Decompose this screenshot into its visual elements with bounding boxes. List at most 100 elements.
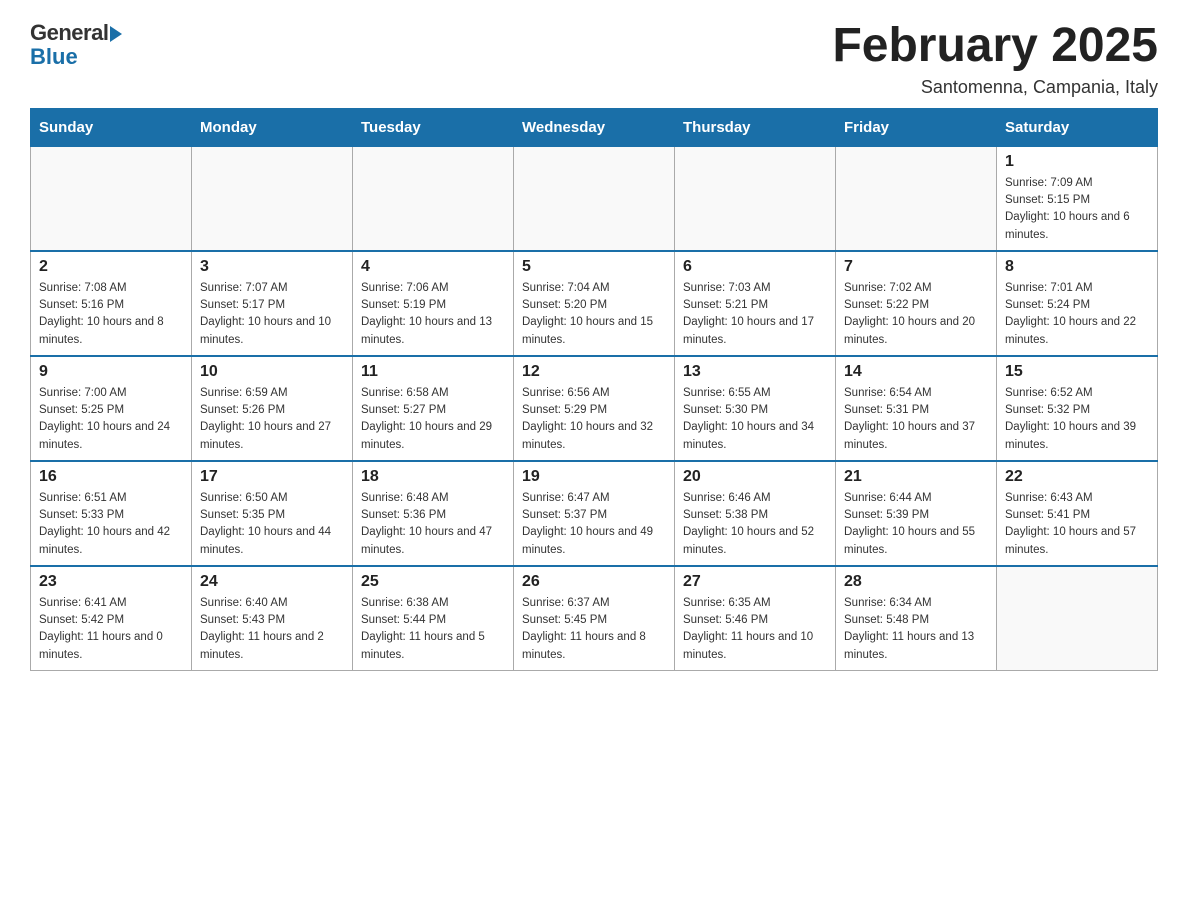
day-info: Sunrise: 6:41 AMSunset: 5:42 PMDaylight:… xyxy=(39,595,183,664)
calendar-cell: 8 Sunrise: 7:01 AMSunset: 5:24 PMDaylight… xyxy=(997,251,1158,356)
calendar-table: SundayMondayTuesdayWednesdayThursdayFrid… xyxy=(30,108,1158,671)
calendar-cell xyxy=(675,146,836,251)
day-info: Sunrise: 7:08 AMSunset: 5:16 PMDaylight:… xyxy=(39,280,183,349)
month-title: February 2025 xyxy=(832,20,1158,73)
calendar-cell xyxy=(997,566,1158,671)
title-area: February 2025 Santomenna, Campania, Ital… xyxy=(832,20,1158,98)
day-number: 17 xyxy=(200,468,344,486)
day-info: Sunrise: 6:56 AMSunset: 5:29 PMDaylight:… xyxy=(522,385,666,454)
week-row-3: 9 Sunrise: 7:00 AMSunset: 5:25 PMDaylight… xyxy=(31,356,1158,461)
weekday-header-sunday: Sunday xyxy=(31,108,192,146)
day-info: Sunrise: 6:54 AMSunset: 5:31 PMDaylight:… xyxy=(844,385,988,454)
day-number: 11 xyxy=(361,363,505,381)
calendar-cell: 23 Sunrise: 6:41 AMSunset: 5:42 PMDayligh… xyxy=(31,566,192,671)
logo: General Blue xyxy=(30,20,122,70)
location: Santomenna, Campania, Italy xyxy=(832,77,1158,98)
day-info: Sunrise: 6:46 AMSunset: 5:38 PMDaylight:… xyxy=(683,490,827,559)
day-number: 8 xyxy=(1005,258,1149,276)
day-info: Sunrise: 6:40 AMSunset: 5:43 PMDaylight:… xyxy=(200,595,344,664)
day-info: Sunrise: 6:34 AMSunset: 5:48 PMDaylight:… xyxy=(844,595,988,664)
day-number: 3 xyxy=(200,258,344,276)
calendar-cell: 5Sunrise: 7:04 AMSunset: 5:20 PMDaylight… xyxy=(514,251,675,356)
calendar-cell: 3 Sunrise: 7:07 AMSunset: 5:17 PMDaylight… xyxy=(192,251,353,356)
calendar-cell: 26 Sunrise: 6:37 AMSunset: 5:45 PMDayligh… xyxy=(514,566,675,671)
day-info: Sunrise: 6:52 AMSunset: 5:32 PMDaylight:… xyxy=(1005,385,1149,454)
day-number: 1 xyxy=(1005,153,1149,171)
day-number: 12 xyxy=(522,363,666,381)
day-number: 23 xyxy=(39,573,183,591)
day-number: 13 xyxy=(683,363,827,381)
calendar-cell: 28 Sunrise: 6:34 AMSunset: 5:48 PMDayligh… xyxy=(836,566,997,671)
day-info: Sunrise: 6:35 AMSunset: 5:46 PMDaylight:… xyxy=(683,595,827,664)
weekday-header-monday: Monday xyxy=(192,108,353,146)
logo-general-text: General xyxy=(30,20,108,46)
calendar-cell: 18 Sunrise: 6:48 AMSunset: 5:36 PMDayligh… xyxy=(353,461,514,566)
calendar-cell: 13Sunrise: 6:55 AMSunset: 5:30 PMDayligh… xyxy=(675,356,836,461)
calendar-cell: 15 Sunrise: 6:52 AMSunset: 5:32 PMDayligh… xyxy=(997,356,1158,461)
day-number: 7 xyxy=(844,258,988,276)
page-header: General Blue February 2025 Santomenna, C… xyxy=(30,20,1158,98)
calendar-cell: 20 Sunrise: 6:46 AMSunset: 5:38 PMDayligh… xyxy=(675,461,836,566)
calendar-cell: 7 Sunrise: 7:02 AMSunset: 5:22 PMDaylight… xyxy=(836,251,997,356)
day-info: Sunrise: 6:43 AMSunset: 5:41 PMDaylight:… xyxy=(1005,490,1149,559)
calendar-cell: 17 Sunrise: 6:50 AMSunset: 5:35 PMDayligh… xyxy=(192,461,353,566)
calendar-cell: 4Sunrise: 7:06 AMSunset: 5:19 PMDaylight… xyxy=(353,251,514,356)
week-row-5: 23 Sunrise: 6:41 AMSunset: 5:42 PMDayligh… xyxy=(31,566,1158,671)
day-number: 2 xyxy=(39,258,183,276)
logo-blue-text: Blue xyxy=(30,44,78,70)
day-info: Sunrise: 6:47 AMSunset: 5:37 PMDaylight:… xyxy=(522,490,666,559)
day-number: 21 xyxy=(844,468,988,486)
calendar-cell xyxy=(192,146,353,251)
week-row-1: 1 Sunrise: 7:09 AMSunset: 5:15 PMDaylight… xyxy=(31,146,1158,251)
day-info: Sunrise: 7:00 AMSunset: 5:25 PMDaylight:… xyxy=(39,385,183,454)
calendar-cell: 24 Sunrise: 6:40 AMSunset: 5:43 PMDayligh… xyxy=(192,566,353,671)
weekday-header-thursday: Thursday xyxy=(675,108,836,146)
weekday-header-tuesday: Tuesday xyxy=(353,108,514,146)
weekday-header-saturday: Saturday xyxy=(997,108,1158,146)
calendar-cell: 12 Sunrise: 6:56 AMSunset: 5:29 PMDayligh… xyxy=(514,356,675,461)
calendar-cell: 27 Sunrise: 6:35 AMSunset: 5:46 PMDayligh… xyxy=(675,566,836,671)
calendar-cell: 10 Sunrise: 6:59 AMSunset: 5:26 PMDayligh… xyxy=(192,356,353,461)
calendar-cell: 22 Sunrise: 6:43 AMSunset: 5:41 PMDayligh… xyxy=(997,461,1158,566)
day-info: Sunrise: 7:09 AMSunset: 5:15 PMDaylight:… xyxy=(1005,175,1149,244)
week-row-4: 16Sunrise: 6:51 AMSunset: 5:33 PMDayligh… xyxy=(31,461,1158,566)
calendar-cell xyxy=(31,146,192,251)
calendar-cell: 11Sunrise: 6:58 AMSunset: 5:27 PMDayligh… xyxy=(353,356,514,461)
day-number: 4 xyxy=(361,258,505,276)
day-info: Sunrise: 7:03 AMSunset: 5:21 PMDaylight:… xyxy=(683,280,827,349)
day-number: 26 xyxy=(522,573,666,591)
calendar-cell: 1 Sunrise: 7:09 AMSunset: 5:15 PMDaylight… xyxy=(997,146,1158,251)
day-number: 27 xyxy=(683,573,827,591)
day-info: Sunrise: 7:07 AMSunset: 5:17 PMDaylight:… xyxy=(200,280,344,349)
day-info: Sunrise: 6:38 AMSunset: 5:44 PMDaylight:… xyxy=(361,595,505,664)
day-number: 20 xyxy=(683,468,827,486)
calendar-cell: 21Sunrise: 6:44 AMSunset: 5:39 PMDayligh… xyxy=(836,461,997,566)
day-number: 28 xyxy=(844,573,988,591)
day-number: 6 xyxy=(683,258,827,276)
day-number: 10 xyxy=(200,363,344,381)
day-info: Sunrise: 6:50 AMSunset: 5:35 PMDaylight:… xyxy=(200,490,344,559)
day-number: 18 xyxy=(361,468,505,486)
weekday-header-row: SundayMondayTuesdayWednesdayThursdayFrid… xyxy=(31,108,1158,146)
day-number: 24 xyxy=(200,573,344,591)
day-info: Sunrise: 6:51 AMSunset: 5:33 PMDaylight:… xyxy=(39,490,183,559)
week-row-2: 2 Sunrise: 7:08 AMSunset: 5:16 PMDaylight… xyxy=(31,251,1158,356)
day-info: Sunrise: 6:48 AMSunset: 5:36 PMDaylight:… xyxy=(361,490,505,559)
calendar-cell: 14Sunrise: 6:54 AMSunset: 5:31 PMDayligh… xyxy=(836,356,997,461)
day-number: 22 xyxy=(1005,468,1149,486)
calendar-cell xyxy=(514,146,675,251)
day-info: Sunrise: 7:01 AMSunset: 5:24 PMDaylight:… xyxy=(1005,280,1149,349)
calendar-cell: 19 Sunrise: 6:47 AMSunset: 5:37 PMDayligh… xyxy=(514,461,675,566)
weekday-header-wednesday: Wednesday xyxy=(514,108,675,146)
day-number: 15 xyxy=(1005,363,1149,381)
day-number: 5 xyxy=(522,258,666,276)
calendar-cell xyxy=(836,146,997,251)
day-number: 9 xyxy=(39,363,183,381)
day-number: 19 xyxy=(522,468,666,486)
calendar-cell: 16Sunrise: 6:51 AMSunset: 5:33 PMDayligh… xyxy=(31,461,192,566)
day-info: Sunrise: 7:02 AMSunset: 5:22 PMDaylight:… xyxy=(844,280,988,349)
day-info: Sunrise: 6:59 AMSunset: 5:26 PMDaylight:… xyxy=(200,385,344,454)
day-number: 25 xyxy=(361,573,505,591)
day-info: Sunrise: 6:37 AMSunset: 5:45 PMDaylight:… xyxy=(522,595,666,664)
calendar-cell xyxy=(353,146,514,251)
